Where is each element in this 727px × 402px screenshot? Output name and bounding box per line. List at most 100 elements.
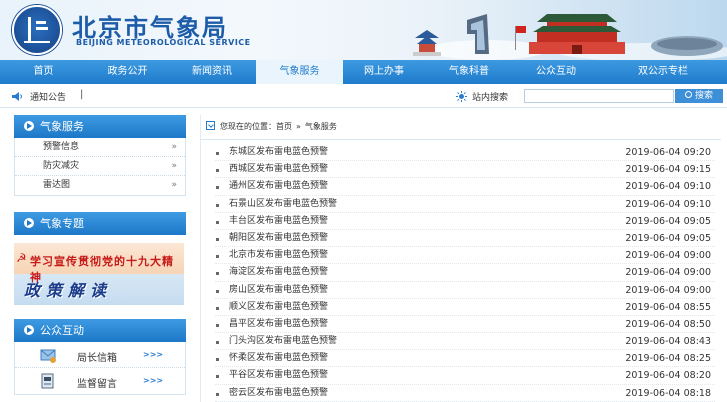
sidebar-heading-public-interaction: 公众互动 bbox=[14, 319, 186, 342]
sidebar-item-warning-info[interactable]: 预警信息 » bbox=[15, 138, 185, 157]
sidebar-heading-weather-service: 气象服务 bbox=[14, 115, 186, 138]
news-title[interactable]: 房山区发布雷电蓝色预警 bbox=[229, 282, 328, 299]
list-item[interactable]: 石景山区发布雷电蓝色预警 2019-06-04 09:10 bbox=[215, 196, 715, 213]
news-title[interactable]: 密云区发布雷电蓝色预警 bbox=[229, 385, 328, 402]
bullet-icon bbox=[216, 152, 219, 155]
news-title[interactable]: 顺义区发布雷电蓝色预警 bbox=[229, 299, 328, 316]
news-title[interactable]: 西城区发布雷电蓝色预警 bbox=[229, 161, 328, 178]
news-title[interactable]: 通州区发布雷电蓝色预警 bbox=[229, 178, 328, 195]
speaker-icon bbox=[12, 92, 22, 101]
news-date: 2019-06-04 09:05 bbox=[625, 232, 711, 244]
breadcrumb-home-link[interactable]: 首页 bbox=[276, 122, 292, 131]
breadcrumb-prefix: 您现在的位置： bbox=[220, 122, 276, 131]
nav-double-publicity[interactable]: 双公示专栏 bbox=[599, 60, 727, 84]
news-title[interactable]: 东城区发布雷电蓝色预警 bbox=[229, 144, 328, 161]
nav-news[interactable]: 新闻资讯 bbox=[168, 60, 256, 84]
news-date: 2019-06-04 08:55 bbox=[625, 301, 711, 313]
nav-home[interactable]: 首页 bbox=[0, 60, 87, 84]
nav-government-affairs[interactable]: 政务公开 bbox=[87, 60, 168, 84]
news-title[interactable]: 海淀区发布雷电蓝色预警 bbox=[229, 264, 328, 281]
news-list: 东城区发布雷电蓝色预警 2019-06-04 09:20 西城区发布雷电蓝色预警 2… bbox=[215, 144, 715, 402]
sidebar-item-supervision-message[interactable]: 监督留言 >>> bbox=[15, 368, 185, 394]
triple-arrow-icon: >>> bbox=[143, 350, 164, 359]
news-date: 2019-06-04 08:20 bbox=[625, 370, 711, 382]
bullet-icon bbox=[216, 358, 219, 362]
notice-separator: | bbox=[80, 89, 84, 100]
sidebar: 气象服务 预警信息 » 防灾减灾 » 雷达图 » 气象专题 ☭ 学习宣传贯彻党的… bbox=[14, 115, 186, 395]
nav-weather-science[interactable]: 气象科普 bbox=[425, 60, 513, 84]
list-item[interactable]: 怀柔区发布雷电蓝色预警 2019-06-04 08:25 bbox=[215, 350, 715, 368]
play-bullet-icon bbox=[24, 218, 34, 228]
news-title[interactable]: 平谷区发布雷电蓝色预警 bbox=[229, 367, 328, 384]
policy-banner[interactable]: ☭ 学习宣传贯彻党的十九大精神 政策解读 bbox=[14, 243, 184, 305]
search-input[interactable] bbox=[524, 89, 674, 103]
triple-arrow-icon: >>> bbox=[143, 376, 164, 385]
breadcrumb-separator: » bbox=[296, 122, 301, 131]
sidebar-heading-weather-topic: 气象专题 bbox=[14, 212, 186, 235]
sidebar-item-label: 防灾减灾 bbox=[43, 161, 80, 171]
sidebar-heading-label: 气象专题 bbox=[40, 217, 84, 230]
bullet-icon bbox=[216, 306, 219, 310]
news-title[interactable]: 朝阳区发布雷电蓝色预警 bbox=[229, 230, 328, 247]
list-item[interactable]: 顺义区发布雷电蓝色预警 2019-06-04 08:55 bbox=[215, 299, 715, 316]
bullet-icon bbox=[216, 289, 219, 293]
list-item[interactable]: 通州区发布雷电蓝色预警 2019-06-04 09:10 bbox=[215, 178, 715, 196]
news-date: 2019-06-04 09:15 bbox=[625, 164, 711, 176]
site-header: 北京市气象局 BEIJING METEOROLOGICAL SERVICE bbox=[0, 0, 727, 60]
list-item[interactable]: 西城区发布雷电蓝色预警 2019-06-04 09:15 bbox=[215, 161, 715, 179]
mailbox-icon bbox=[40, 349, 56, 363]
list-item[interactable]: 平谷区发布雷电蓝色预警 2019-06-04 08:20 bbox=[215, 367, 715, 385]
list-item[interactable]: 密云区发布雷电蓝色预警 2019-06-04 08:18 bbox=[215, 385, 715, 402]
nav-weather-service[interactable]: 气象服务 bbox=[256, 60, 343, 84]
list-item[interactable]: 海淀区发布雷电蓝色预警 2019-06-04 09:00 bbox=[215, 264, 715, 282]
news-date: 2019-06-04 09:05 bbox=[625, 215, 711, 227]
bullet-icon bbox=[216, 186, 219, 190]
list-item[interactable]: 朝阳区发布雷电蓝色预警 2019-06-04 09:05 bbox=[215, 230, 715, 248]
list-item[interactable]: 门头沟区发布雷电蓝色预警 2019-06-04 08:43 bbox=[215, 333, 715, 351]
bullet-icon bbox=[216, 203, 219, 207]
sidebar-item-radar[interactable]: 雷达图 » bbox=[15, 176, 185, 195]
search-button[interactable]: 搜索 bbox=[675, 89, 723, 103]
public-interaction-list: 局长信箱 >>> 监督留言 >>> bbox=[14, 342, 186, 395]
banner-line2: 政策解读 bbox=[24, 281, 113, 300]
breadcrumb-current[interactable]: 气象服务 bbox=[305, 122, 337, 131]
skyline-illustration bbox=[413, 14, 727, 60]
main-content: 您现在的位置：首页 » 气象服务 东城区发布雷电蓝色预警 2019-06-04 09:… bbox=[200, 115, 721, 402]
news-title[interactable]: 北京市发布雷电蓝色预警 bbox=[229, 247, 328, 264]
search-label: 站内搜索 bbox=[472, 93, 509, 103]
site-subtitle: BEIJING METEOROLOGICAL SERVICE bbox=[76, 38, 251, 47]
weather-service-list: 预警信息 » 防灾减灾 » 雷达图 » bbox=[14, 138, 186, 196]
sidebar-heading-label: 气象服务 bbox=[40, 120, 84, 133]
bullet-icon bbox=[216, 341, 219, 345]
magnifier-icon bbox=[684, 91, 692, 98]
notice-label[interactable]: 通知公告 bbox=[30, 90, 66, 103]
sidebar-item-director-mailbox[interactable]: 局长信箱 >>> bbox=[15, 342, 185, 368]
chevron-right-icon: » bbox=[171, 161, 177, 171]
news-date: 2019-06-04 09:20 bbox=[625, 147, 711, 158]
bullet-icon bbox=[216, 323, 219, 327]
nav-public-interaction[interactable]: 公众互动 bbox=[513, 60, 599, 84]
news-date: 2019-06-04 08:18 bbox=[625, 387, 711, 399]
breadcrumb-divider bbox=[201, 139, 721, 140]
list-item[interactable]: 北京市发布雷电蓝色预警 2019-06-04 09:00 bbox=[215, 247, 715, 265]
list-item[interactable]: 昌平区发布雷电蓝色预警 2019-06-04 08:50 bbox=[215, 316, 715, 334]
bullet-icon bbox=[216, 237, 219, 241]
sidebar-heading-label: 公众互动 bbox=[40, 324, 84, 337]
sidebar-item-label: 雷达图 bbox=[43, 180, 71, 190]
page: 北京市气象局 BEIJING METEOROLOGICAL SERVICE 首页… bbox=[0, 0, 727, 402]
sidebar-item-disaster-prevention[interactable]: 防灾减灾 » bbox=[15, 157, 185, 176]
notice-bar: 通知公告 | 站内搜索 搜索 bbox=[0, 84, 727, 108]
list-item[interactable]: 丰台区发布雷电蓝色预警 2019-06-04 09:05 bbox=[215, 213, 715, 230]
list-item[interactable]: 房山区发布雷电蓝色预警 2019-06-04 09:00 bbox=[215, 282, 715, 299]
news-title[interactable]: 门头沟区发布雷电蓝色预警 bbox=[229, 333, 337, 350]
bullet-icon bbox=[216, 392, 219, 396]
news-title[interactable]: 昌平区发布雷电蓝色预警 bbox=[229, 316, 328, 333]
list-item[interactable]: 东城区发布雷电蓝色预警 2019-06-04 09:20 bbox=[215, 144, 715, 162]
news-date: 2019-06-04 09:10 bbox=[625, 198, 711, 210]
news-title[interactable]: 怀柔区发布雷电蓝色预警 bbox=[229, 350, 328, 367]
news-title[interactable]: 石景山区发布雷电蓝色预警 bbox=[229, 196, 337, 213]
search-sun-icon bbox=[456, 91, 467, 102]
nav-online-services[interactable]: 网上办事 bbox=[343, 60, 425, 84]
logo-emblem[interactable] bbox=[12, 5, 62, 55]
news-title[interactable]: 丰台区发布雷电蓝色预警 bbox=[229, 213, 328, 230]
